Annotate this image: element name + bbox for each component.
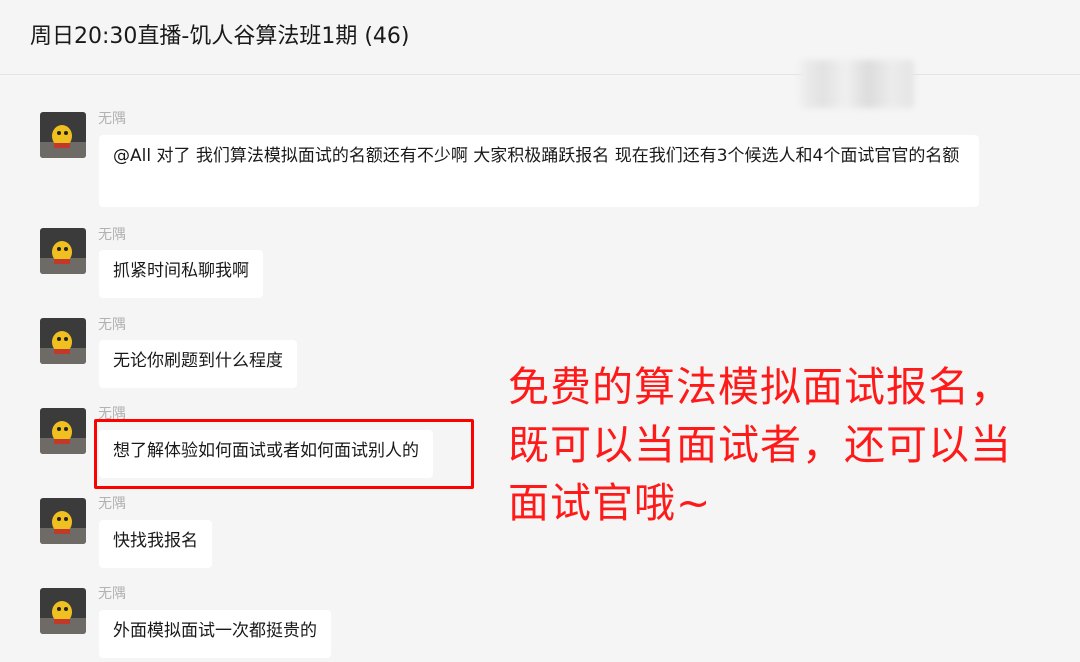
avatar[interactable]	[40, 112, 86, 158]
sender-name: 无隅	[98, 586, 126, 602]
message-bubble[interactable]: @All 对了 我们算法模拟面试的名额还有不少啊 大家积极踊跃报名 现在我们还有…	[99, 135, 979, 207]
message-bubble[interactable]: 抓紧时间私聊我啊	[99, 250, 263, 298]
sender-name: 无隅	[98, 496, 126, 512]
promo-line: 既可以当面试者，还可以当	[508, 421, 1012, 469]
promo-line: 免费的算法模拟面试报名，	[508, 363, 1012, 411]
chat-header: 周日20:30直播-饥人谷算法班1期 (46)	[0, 0, 1080, 75]
promo-line: 面试官哦~	[508, 479, 712, 527]
message-bubble[interactable]: 快找我报名	[99, 520, 212, 568]
blurred-redaction	[800, 60, 914, 108]
message-bubble[interactable]: 外面模拟面试一次都挺贵的	[99, 610, 331, 658]
promo-annotation: 免费的算法模拟面试报名， 既可以当面试者，还可以当 面试官哦~	[508, 358, 1068, 532]
sender-name: 无隅	[98, 227, 126, 243]
sender-name: 无隅	[98, 111, 126, 127]
avatar[interactable]	[40, 588, 86, 634]
avatar[interactable]	[40, 318, 86, 364]
chat-title[interactable]: 周日20:30直播-饥人谷算法班1期 (46)	[30, 18, 410, 50]
sender-name: 无隅	[98, 317, 126, 333]
highlight-annotation-box	[94, 419, 474, 489]
avatar[interactable]	[40, 498, 86, 544]
message-bubble[interactable]: 无论你刷题到什么程度	[99, 340, 297, 388]
avatar[interactable]	[40, 228, 86, 274]
avatar[interactable]	[40, 408, 86, 454]
